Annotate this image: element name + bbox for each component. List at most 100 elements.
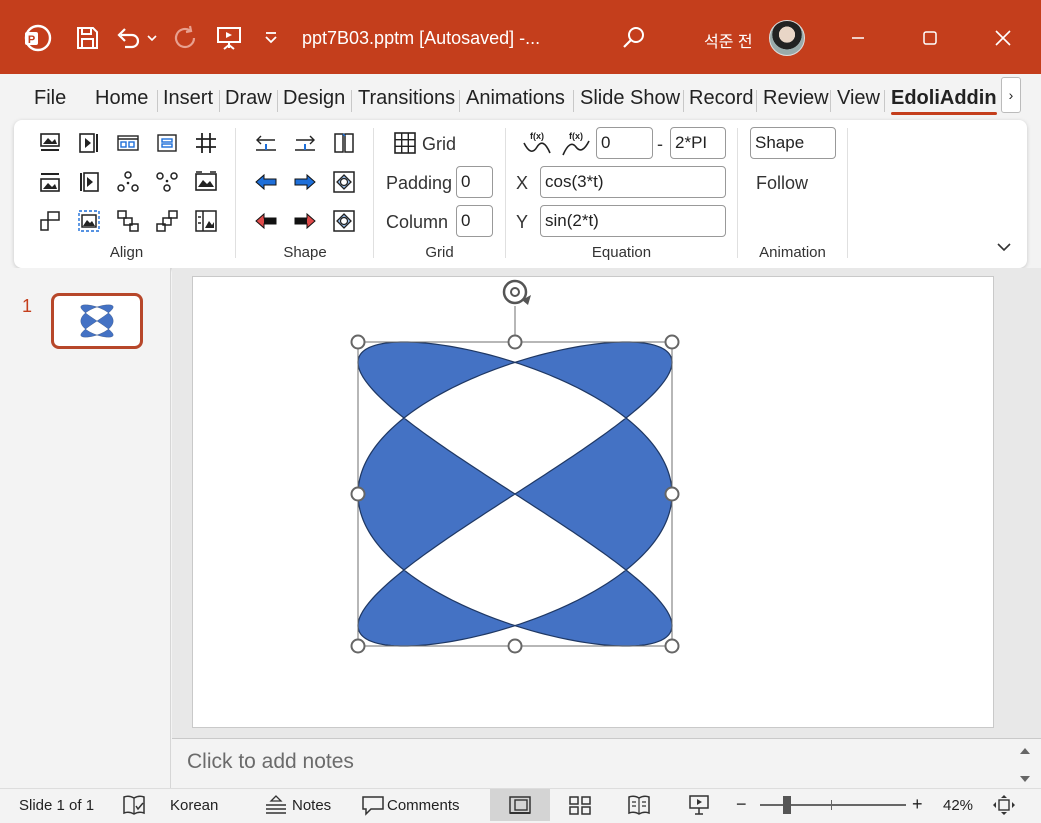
fx-insert-icon[interactable]: f(x) [520,128,554,158]
tab-home[interactable]: Home [95,87,148,110]
search-icon[interactable] [619,21,649,55]
avatar[interactable] [769,20,805,56]
minimize-icon[interactable] [838,20,878,56]
resize-handle-bottom-right[interactable] [664,638,680,654]
tab-animations[interactable]: Animations [466,87,565,110]
zoom-level[interactable]: 42% [943,797,973,814]
comments-toggle[interactable]: Comments [387,797,460,814]
fit-to-window-icon[interactable] [991,793,1017,817]
tab-review[interactable]: Review [763,87,829,110]
tab-record[interactable]: Record [689,87,753,110]
cascade-down-icon[interactable] [113,206,143,236]
slide-sorter-view-icon[interactable] [567,793,593,817]
align-picture-top-icon[interactable] [35,128,65,158]
t-start-input[interactable] [596,127,653,159]
maximize-icon[interactable] [910,20,950,56]
group-label-shape: Shape [283,244,327,261]
arrow-right-blue-icon[interactable] [290,167,320,197]
resize-handle-bottom[interactable] [507,638,523,654]
notes-placeholder[interactable]: Click to add notes [187,750,354,774]
y-equation-label: Y [516,212,529,232]
language-indicator[interactable]: Korean [170,797,218,814]
resize-handle-top-right[interactable] [664,334,680,350]
resize-handle-top-left[interactable] [350,334,366,350]
follow-button[interactable]: Follow [756,173,808,194]
fit-picture-icon[interactable] [191,167,221,197]
arrow-left-red-icon[interactable] [251,206,281,236]
tab-draw[interactable]: Draw [225,87,272,110]
zoom-in-button[interactable]: + [912,794,923,815]
shape-frame-icon[interactable] [329,206,359,236]
tab-file[interactable]: File [34,87,66,110]
y-equation-input[interactable] [540,205,726,237]
comments-icon[interactable] [360,793,386,817]
shape-frame-blue-icon[interactable] [329,167,359,197]
save-icon[interactable] [72,21,102,55]
align-center-blue-icon[interactable] [152,128,182,158]
zoom-slider-thumb[interactable] [783,796,791,814]
t-end-input[interactable] [670,127,726,159]
resize-handle-right[interactable] [664,486,680,502]
selected-picture-icon[interactable] [74,206,104,236]
grid-table-icon[interactable] [390,128,420,158]
notes-scrollbar[interactable] [1017,744,1033,786]
user-name[interactable]: 석준 전 [704,28,753,52]
title-bar: P ppt7B03.pptm [Autosaved] -... 석준 전 [0,0,1041,74]
notes-toggle[interactable]: Notes [292,797,331,814]
tab-slide-show[interactable]: Slide Show [580,87,680,110]
line-arrow-left-icon[interactable] [251,128,281,158]
x-equation-input[interactable] [540,166,726,198]
resize-handle-left[interactable] [350,486,366,502]
align-grid-blue-icon[interactable] [113,128,143,158]
ribbon-collapse-chevron-icon[interactable] [994,237,1014,257]
resize-handle-bottom-left[interactable] [350,638,366,654]
zoom-out-button[interactable]: − [736,794,747,815]
notes-icon[interactable] [263,793,289,817]
lissajous-shape[interactable] [357,341,673,647]
align-picture-bottom-icon[interactable] [35,167,65,197]
line-arrow-right-icon[interactable] [290,128,320,158]
tab-transitions[interactable]: Transitions [358,87,455,110]
arrow-right-red-icon[interactable] [290,206,320,236]
zoom-slider-track[interactable] [760,804,906,806]
reading-view-icon[interactable] [626,793,652,817]
tab-view[interactable]: View [837,87,880,110]
align-flag-right-icon[interactable] [74,128,104,158]
normal-view-icon[interactable] [507,793,533,817]
column-input[interactable] [456,205,493,237]
undo-dropdown-chevron-icon[interactable] [142,21,162,55]
resize-handle-top[interactable] [507,334,523,350]
tab-insert[interactable]: Insert [163,87,213,110]
fx-text: f(x) [569,131,583,141]
tab-scroll-right-icon[interactable]: › [1001,77,1021,113]
distribute-circle-alt-icon[interactable] [152,167,182,197]
distribute-circle-icon[interactable] [113,167,143,197]
close-icon[interactable] [983,20,1023,56]
grid-hash-icon[interactable] [191,128,221,158]
animation-shape-input[interactable] [750,127,836,159]
present-from-start-icon[interactable] [214,21,244,55]
accessibility-book-icon[interactable] [121,793,147,817]
group-label-equation: Equation [591,244,652,261]
group-divider [373,128,374,258]
arrow-left-blue-icon[interactable] [251,167,281,197]
stack-left-icon[interactable] [35,206,65,236]
tab-divider [351,90,352,112]
undo-icon[interactable] [114,21,144,55]
tab-design[interactable]: Design [283,87,345,110]
book-shape-icon[interactable] [329,128,359,158]
grid-button-label[interactable]: Grid [422,134,456,155]
customize-toolbar-icon[interactable] [258,21,284,55]
group-label-grid: Grid [425,244,454,261]
slide-show-view-icon[interactable] [686,793,712,817]
redo-icon[interactable] [171,21,201,55]
split-picture-icon[interactable] [191,206,221,236]
padding-input[interactable] [456,166,493,198]
cascade-up-icon[interactable] [152,206,182,236]
fx-replace-icon[interactable]: f(x) [559,128,593,158]
fx-text: f(x) [530,131,544,141]
tab-edoliaddin[interactable]: EdoliAddin [891,87,997,115]
tab-divider [573,90,574,112]
align-flag-left-icon[interactable] [74,167,104,197]
rotate-handle-icon[interactable] [502,279,531,305]
